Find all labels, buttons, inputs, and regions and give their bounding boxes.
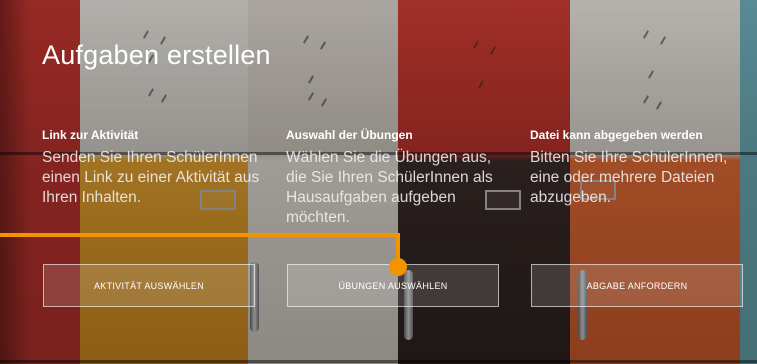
column-heading: Auswahl der Übungen <box>286 128 413 142</box>
column-file-submission: Datei kann abgegeben werden Bitten Sie I… <box>530 128 755 208</box>
column-description: Wählen Sie die Übungen aus, die Sie Ihre… <box>286 149 493 226</box>
page-title: Aufgaben erstellen <box>42 40 271 70</box>
column-exercise-selection: Auswahl der Übungen Wählen Sie die Übung… <box>286 128 511 228</box>
select-activity-button[interactable]: Aktivität auswählen <box>43 264 255 307</box>
column-heading: Datei kann abgegeben werden <box>530 128 703 142</box>
column-description: Bitten Sie Ihre SchülerInnen, eine oder … <box>530 149 728 206</box>
column-heading: Link zur Aktivität <box>42 128 139 142</box>
column-activity-link: Link zur Aktivität Senden Sie Ihren Schü… <box>42 128 267 208</box>
request-submission-button[interactable]: Abgabe anfordern <box>531 264 743 307</box>
column-description: Senden Sie Ihren SchülerInnen einen Link… <box>42 149 260 206</box>
